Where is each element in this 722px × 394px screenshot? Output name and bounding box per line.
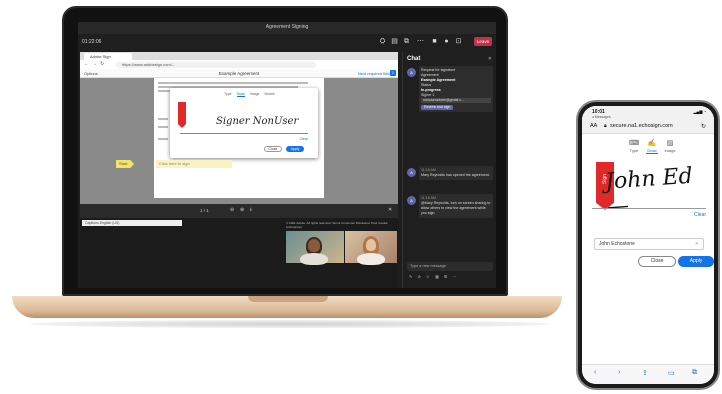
participant-video-1[interactable] [286,231,344,265]
signer-email: nonuseradobe@gmail.c... [421,98,491,103]
next-required-link[interactable]: Next required field [358,71,390,76]
forward-icon[interactable]: › [618,369,620,376]
camera-icon[interactable]: ■ [430,37,439,46]
more-icon[interactable]: ⋯ [416,37,425,46]
url-field[interactable]: https://www.adobesign.com/... [116,61,316,68]
message-input[interactable]: Type a new message [407,262,493,271]
document-viewer: Type Draw Image Mobile Signer NonUser Clear… [80,78,398,204]
browser-window: Adobe Sign ← → ↻ https://www.adobesign.c… [80,52,398,218]
image-icon: ▨ [666,140,674,147]
tabs-icon[interactable]: ⧉ [692,369,697,377]
tab-type[interactable]: ⌨ Type [628,140,640,153]
participant-video-2[interactable] [345,231,397,265]
message-text: @Mary Reynolds, turn on screen sharing t… [421,201,491,215]
tab-draw[interactable]: ✍ Draw [646,140,658,154]
phone-signature-tabs: ⌨ Type ✍ Draw ▨ Image [628,140,682,154]
close-chat-icon[interactable]: ✕ [488,56,492,62]
name-field[interactable]: John Echostone ✕ [594,238,704,250]
start-flag[interactable]: Start [116,160,134,168]
signature-line [592,208,706,209]
tab-image[interactable]: ▨ Image [664,140,676,153]
adobe-sign-avatar: A [407,168,416,177]
close-button[interactable]: Close [264,146,282,152]
laptop-screen: Agreement Signing 01:22:06 ⛭ ▤ ⧉ ⋯ ■ ● ⊡… [78,22,496,288]
adobe-sign-avatar: A [407,196,416,205]
viewer-footer: 1 / 1 ⊖ ⊕ ⭳ ✕ [80,204,398,218]
close-button[interactable]: Close [638,256,676,267]
clear-field-icon[interactable]: ✕ [695,239,699,249]
phone-screen: 10:01 ◂ Messages ▂▄▆ ◔ AA 🔒︎ secure.na1.… [582,106,714,384]
zoom-out-icon[interactable]: ⊖ [230,207,234,213]
keyboard-icon: ⌨ [628,140,640,147]
leave-button[interactable]: Leave [474,37,492,46]
agreement-status: In-progress [421,88,441,92]
apply-button[interactable]: Apply [286,146,304,152]
share-icon[interactable]: ⇪ [642,369,648,377]
participants-icon[interactable]: ⛭ [378,37,387,46]
window-title: Agreement Signing [265,24,309,30]
document-toolbar: Options Example Agreement Next required … [80,69,398,78]
chat-panel: Chat ✕ A Request for signature Agreement… [402,52,496,288]
zoom-in-icon[interactable]: ⊕ [240,207,244,213]
agreement-card: Request for signature Agreement Example … [419,66,493,112]
signal-icon: ▂▄▆ ◔ [693,109,706,114]
adobe-sign-avatar: A [407,68,416,77]
tab-image[interactable]: Image [250,92,260,96]
browser-tabbar: Adobe Sign [80,52,398,60]
video-gallery: Captions English (US) © 2021 Adobe. All … [80,218,398,288]
window-titlebar: Agreement Signing [78,22,496,39]
forward-icon[interactable]: → [92,61,97,67]
chat-message: 11:16 AM @Mary Reynolds, turn on screen … [419,194,493,218]
call-timer: 01:22:06 [82,39,102,45]
clear-link[interactable]: Clear [300,137,308,141]
document-title: Example Agreement [218,71,260,76]
back-icon[interactable]: ‹ [594,369,596,376]
back-icon[interactable]: ← [84,61,89,67]
signature-text: Signer NonUser [216,116,299,127]
mic-icon[interactable]: ● [442,37,451,46]
share-icon[interactable]: ⧉ [402,37,411,46]
apply-button[interactable]: Apply [678,256,714,267]
browser-tab[interactable]: Adobe Sign [84,53,132,60]
caption-select[interactable]: Captions English (US) [82,220,182,226]
signature-modal: Type Draw Image Mobile Signer NonUser Clear… [170,88,318,158]
agreement-name: Example Agreement [421,78,456,82]
clear-link[interactable]: Clear [694,212,706,218]
chat-icon[interactable]: ▤ [390,37,399,46]
tab-type[interactable]: Type [224,92,232,96]
message-text: Mary Reynolds has opened the agreement. [421,173,490,177]
phone-address-bar: AA 🔒︎ secure.na1.echosign.com ↻ [582,120,714,134]
reader-button[interactable]: AA [590,123,597,129]
reload-icon[interactable]: ↻ [701,123,706,130]
tab-mobile[interactable]: Mobile [265,92,275,96]
phone-url[interactable]: secure.na1.echosign.com [610,123,673,129]
chat-message: 11:15 AM Mary Reynolds has opened the ag… [419,166,493,180]
laptop-shadow [30,320,550,328]
footer-note: © 2021 Adobe. All rights reserved. Terms… [286,221,388,229]
back-to-messages[interactable]: ◂ Messages [592,115,611,119]
page-indicator: 1 / 1 [200,208,209,213]
compose-icons[interactable]: ✎ ⊘ ☺ ▦ ⊞ ⋯ [409,274,458,279]
download-icon[interactable]: ⭳ [250,207,252,215]
safari-toolbar: ‹ › ⇪ ▭ ⧉ [582,364,714,384]
address-bar: ← → ↻ https://www.adobesign.com/... [80,60,398,69]
signature-canvas[interactable]: Signer NonUser [180,108,308,134]
chat-header: Chat [407,56,421,62]
click-to-sign-field[interactable]: Click here to sign [156,160,232,168]
review-and-sign-button[interactable]: Review and sign [421,105,454,110]
pen-icon: ✍ [647,140,657,147]
tab-draw[interactable]: Draw [236,92,245,97]
required-count-badge: 1 [390,70,396,76]
close-viewer-icon[interactable]: ✕ [388,207,392,213]
reload-icon[interactable]: ↻ [100,61,104,67]
lock-icon: 🔒︎ [604,123,607,129]
bookmarks-icon[interactable]: ▭ [668,369,675,377]
screen-share-icon[interactable]: ⊡ [454,37,463,46]
signature-tabs: Type Draw Image Mobile [224,92,280,97]
phone-status-bar: 10:01 ◂ Messages ▂▄▆ ◔ [582,106,714,120]
laptop-notch [248,296,328,302]
meeting-toolbar: 01:22:06 ⛭ ▤ ⧉ ⋯ ■ ● ⊡ Leave [78,34,496,50]
